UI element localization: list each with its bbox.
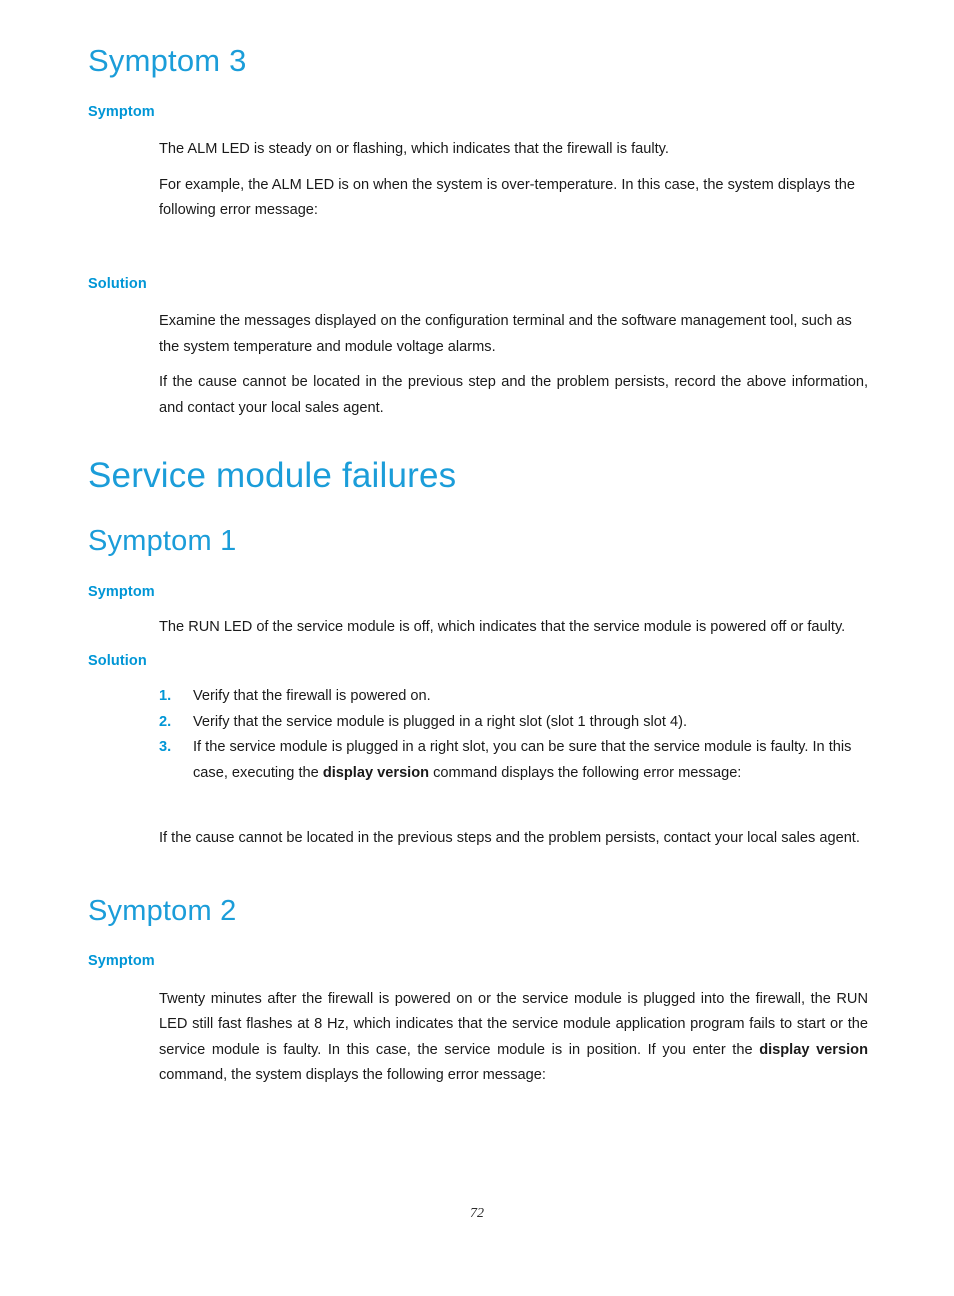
heading-symptom-1: Symptom 1 [88, 524, 237, 557]
heading-symptom-3: Symptom 3 [88, 43, 247, 78]
step-number: 3. [159, 739, 172, 756]
page-number: 72 [470, 1206, 484, 1221]
page-footer: 72 [0, 1204, 954, 1222]
subheading-symptom: Symptom [88, 104, 155, 121]
subheading-symptom-1-symptom: Symptom [88, 583, 155, 600]
symptom-1-paragraph: The RUN LED of the service module is off… [159, 619, 846, 636]
symptom-1-closing-paragraph: If the cause cannot be located in the pr… [159, 830, 860, 847]
symptom-3-solution-paragraph-1: Examine the messages displayed on the co… [159, 313, 852, 355]
symptom-3-paragraph-2: For example, the ALM LED is on when the … [159, 176, 855, 219]
symptom-3-solution-paragraph-2: If the cause cannot be located in the pr… [159, 374, 868, 416]
symptom-3-paragraph-1: The ALM LED is steady on or flashing, wh… [159, 141, 669, 158]
text-run: Verify that the service module is plugge… [193, 713, 688, 730]
heading-symptom-2: Symptom 2 [88, 894, 237, 927]
step-number: 2. [159, 713, 172, 730]
chapter-title: Service module failures [88, 456, 457, 496]
subheading-solution: Solution [88, 275, 147, 292]
bold-command-text: display version [759, 1041, 868, 1058]
subheading-symptom-2-symptom: Symptom [88, 953, 155, 970]
step-text: If the service module is plugged in a ri… [193, 739, 851, 781]
solution-step: 2. Verify that the service module is plug… [159, 710, 868, 736]
solution-step: 1. Verify that the firewall is powered on… [159, 684, 868, 710]
page-content: Symptom 3 Symptom The ALM LED is steady … [88, 0, 868, 1089]
bold-command-text: display version [322, 764, 430, 781]
text-run: command displays the following error mes… [429, 764, 742, 781]
symptom-1-solution-steps: 1. Verify that the firewall is powered on… [159, 684, 868, 786]
document-page: Symptom 3 Symptom The ALM LED is steady … [0, 0, 954, 1296]
step-text: Verify that the service module is plugge… [193, 714, 687, 730]
step-number: 1. [159, 688, 172, 705]
solution-step: 3. If the service module is plugged in a … [159, 735, 868, 786]
subheading-symptom-1-solution: Solution [88, 652, 147, 669]
symptom-2-paragraph: Twenty minutes after the firewall is pow… [159, 987, 868, 1089]
text-run: command, the system displays the followi… [159, 1067, 546, 1084]
step-text: Verify that the firewall is powered on. [193, 688, 431, 704]
text-run: Verify that the firewall is powered on. [193, 688, 431, 705]
